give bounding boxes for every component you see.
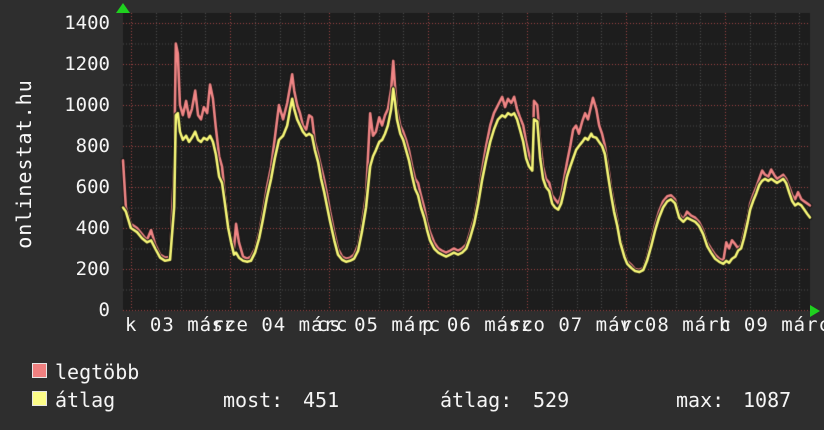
y-axis-up-arrow-icon (116, 3, 130, 13)
legend-swatch-legtobb (32, 363, 47, 378)
legend-label-legtobb: legtöbb (55, 361, 139, 383)
y-tick-label: 0 (28, 300, 110, 320)
stat-max-value: 1087 (743, 389, 791, 411)
y-tick-label: 800 (28, 136, 110, 156)
x-axis-right-arrow-icon (810, 305, 820, 317)
y-tick-label: 1200 (28, 54, 110, 74)
stat-atlag-label: átlag: (440, 389, 512, 411)
y-tick-label: 200 (28, 259, 110, 279)
y-tick-label: 400 (28, 218, 110, 238)
stat-most-value: 451 (303, 389, 339, 411)
stat-most-label: most: (223, 389, 283, 411)
y-tick-label: 1000 (28, 95, 110, 115)
stat-max-label: max: (676, 389, 724, 411)
y-tick-label: 600 (28, 177, 110, 197)
stat-atlag-value: 529 (533, 389, 569, 411)
y-tick-label: 1400 (28, 13, 110, 33)
legend-swatch-atlag (32, 391, 47, 406)
page-root: onlinestat.hu 1400 1200 1000 800 600 400… (0, 0, 824, 430)
legend-label-atlag: átlag (55, 389, 115, 411)
